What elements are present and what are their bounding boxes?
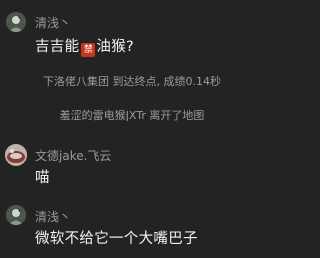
ban-emoji-icon: 禁: [81, 43, 96, 57]
message-text-part: 吉吉能: [35, 39, 80, 55]
message-text: 微软不给它一个大嘴巴子: [35, 231, 198, 247]
message-text: 吉吉能禁油猴?: [35, 38, 134, 57]
system-message: 下洛佬八集团 到达终点, 成绩0.14秒: [43, 75, 221, 88]
username[interactable]: 清浅丶: [35, 210, 71, 224]
message-text-part: 油猴?: [96, 39, 135, 55]
system-message: 羞涩的雷电猴ǀXTr 离开了地图: [59, 109, 205, 122]
chat-log: 清浅丶 吉吉能禁油猴? 下洛佬八集团 到达终点, 成绩0.14秒 羞涩的雷电猴ǀ…: [0, 0, 264, 258]
username[interactable]: 文德jake.飞云: [35, 149, 111, 163]
message-text: 喵: [35, 170, 50, 186]
username[interactable]: 清浅丶: [35, 16, 71, 30]
user-avatar-icon[interactable]: [5, 144, 27, 166]
user-avatar-icon[interactable]: [6, 12, 26, 32]
user-avatar-icon[interactable]: [6, 205, 26, 225]
